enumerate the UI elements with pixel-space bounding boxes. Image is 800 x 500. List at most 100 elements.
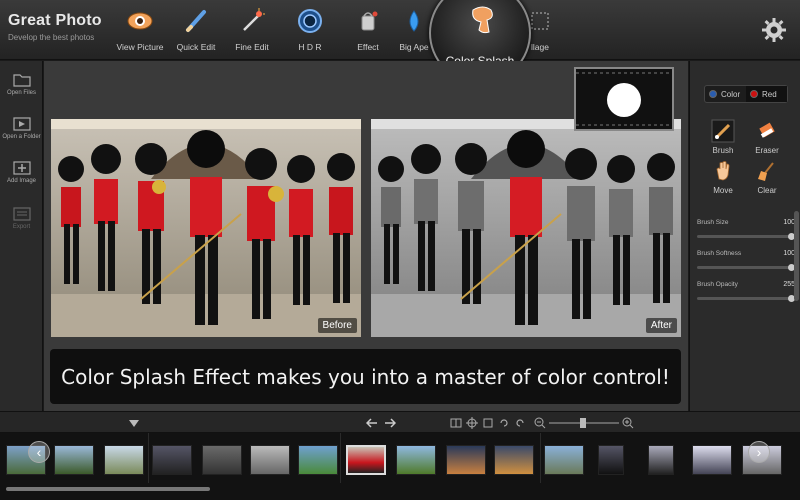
folder-open-icon [12, 117, 31, 131]
app-subtitle: Develop the best photos [8, 33, 95, 42]
brush-size-label: Brush Size [697, 219, 729, 226]
color-option-label: Color [721, 89, 741, 99]
left-sidebar: Open Files Open a Folder Add Image Expor… [0, 61, 43, 411]
export-icon [12, 207, 31, 221]
move-tool[interactable]: Move [698, 159, 748, 195]
pencil-icon [186, 10, 206, 32]
thumbnail[interactable] [446, 445, 486, 475]
thumbnail[interactable] [598, 445, 624, 475]
eraser-label: Eraser [755, 146, 779, 155]
clear-tool[interactable]: Clear [742, 159, 792, 195]
add-image-label: Add Image [6, 178, 37, 184]
chevron-left-icon: ‹ [36, 444, 42, 460]
brush-icon [711, 119, 735, 143]
gear-icon[interactable] [762, 18, 786, 42]
folder-icon [12, 74, 31, 87]
back-arrow-icon[interactable] [366, 417, 378, 429]
filmstrip-prev-button[interactable]: ‹ [28, 441, 50, 463]
export-button[interactable]: Export [0, 207, 43, 230]
red-option[interactable]: Red [746, 86, 787, 102]
compare-icon[interactable] [450, 417, 462, 429]
add-image-icon [12, 161, 31, 175]
export-label: Export [12, 224, 31, 230]
magic-wand-icon [243, 8, 265, 31]
eraser-icon [759, 122, 775, 138]
filmstrip: ‹ › [0, 433, 800, 500]
open-folder-label: Open a Folder [2, 134, 41, 140]
hdr-icon [298, 9, 322, 33]
red-dot-icon [750, 90, 758, 98]
navigator-preview-image [576, 69, 672, 129]
brush-size-slider[interactable]: Brush Size 100 [697, 219, 795, 240]
thumbnail[interactable] [250, 445, 290, 475]
thumbnail-active[interactable] [346, 445, 386, 475]
thumbnail[interactable] [494, 445, 534, 475]
right-panel: Color Red Brush Eraser Move Clear Brush … [689, 61, 800, 411]
broom-icon [758, 162, 774, 181]
thumbnail[interactable] [298, 445, 338, 475]
thumbnail[interactable] [544, 445, 584, 475]
brush-label: Brush [712, 146, 734, 155]
hand-icon [716, 161, 730, 181]
forward-arrow-icon[interactable] [384, 417, 396, 429]
zoom-in-icon[interactable] [622, 417, 634, 429]
thumbnail[interactable] [648, 445, 674, 475]
filmstrip-divider [148, 433, 149, 483]
app-title: Great Photo [8, 12, 102, 29]
thumbnail[interactable] [54, 445, 94, 475]
add-image-button[interactable]: Add Image [0, 161, 43, 184]
filmstrip-divider [540, 433, 541, 483]
before-photo: Before [51, 119, 361, 337]
brush-softness-label: Brush Softness [697, 250, 742, 257]
bottom-toolbar [0, 411, 800, 433]
color-dot-icon [709, 90, 717, 98]
before-label: Before [317, 318, 357, 333]
brush-opacity-slider[interactable]: Brush Opacity 255 [697, 281, 795, 302]
red-option-label: Red [762, 89, 777, 99]
before-photo-image [51, 119, 361, 337]
thumbnail[interactable] [104, 445, 144, 475]
brush-size-track[interactable] [697, 233, 795, 240]
clear-label: Clear [757, 186, 777, 195]
zoom-out-icon[interactable] [534, 417, 546, 429]
brush-softness-track[interactable] [697, 264, 795, 271]
main-canvas: Before After Color Splash Effect makes y… [44, 61, 688, 411]
app-brand: Great Photo Develop the best photos [8, 12, 102, 42]
thumbnail[interactable] [202, 445, 242, 475]
thumbnail[interactable] [396, 445, 436, 475]
fit-icon[interactable] [482, 417, 494, 429]
open-folder-button[interactable]: Open a Folder [0, 117, 43, 140]
move-label: Move [713, 186, 733, 195]
right-panel-scrollbar[interactable] [794, 211, 799, 301]
brush-opacity-track[interactable] [697, 295, 795, 302]
crop-icon[interactable] [466, 417, 478, 429]
rotate-right-icon[interactable] [514, 417, 526, 429]
brush-opacity-label: Brush Opacity [697, 281, 738, 288]
chevron-right-icon: › [756, 444, 762, 460]
eraser-tool[interactable]: Eraser [742, 119, 792, 155]
rotate-left-icon[interactable] [498, 417, 510, 429]
thumbnail[interactable] [692, 445, 732, 475]
eye-icon [127, 12, 153, 30]
zoom-slider-knob[interactable] [580, 418, 586, 428]
paint-bucket-icon [361, 11, 378, 31]
promo-caption: Color Splash Effect makes you into a mas… [50, 349, 681, 404]
open-files-label: Open Files [6, 90, 36, 96]
navigator-preview[interactable] [574, 67, 674, 131]
after-label: After [645, 318, 677, 333]
after-photo: After [371, 119, 681, 337]
color-splash-icon [472, 6, 493, 34]
arrow-down-icon[interactable] [128, 417, 140, 429]
color-mode-toggle[interactable]: Color Red [704, 85, 788, 103]
drop-icon [409, 10, 419, 32]
open-files-button[interactable]: Open Files [0, 73, 43, 96]
brush-tool[interactable]: Brush [698, 119, 748, 155]
after-photo-image [371, 119, 681, 337]
thumbnail[interactable] [152, 445, 192, 475]
color-option[interactable]: Color [705, 86, 746, 102]
promo-caption-text: Color Splash Effect makes you into a mas… [61, 364, 670, 389]
filmstrip-next-button[interactable]: › [748, 441, 770, 463]
filmstrip-scrollbar[interactable] [6, 487, 210, 491]
brush-softness-slider[interactable]: Brush Softness 100 [697, 250, 795, 271]
top-toolbar: Great Photo Develop the best photos View… [0, 0, 800, 60]
